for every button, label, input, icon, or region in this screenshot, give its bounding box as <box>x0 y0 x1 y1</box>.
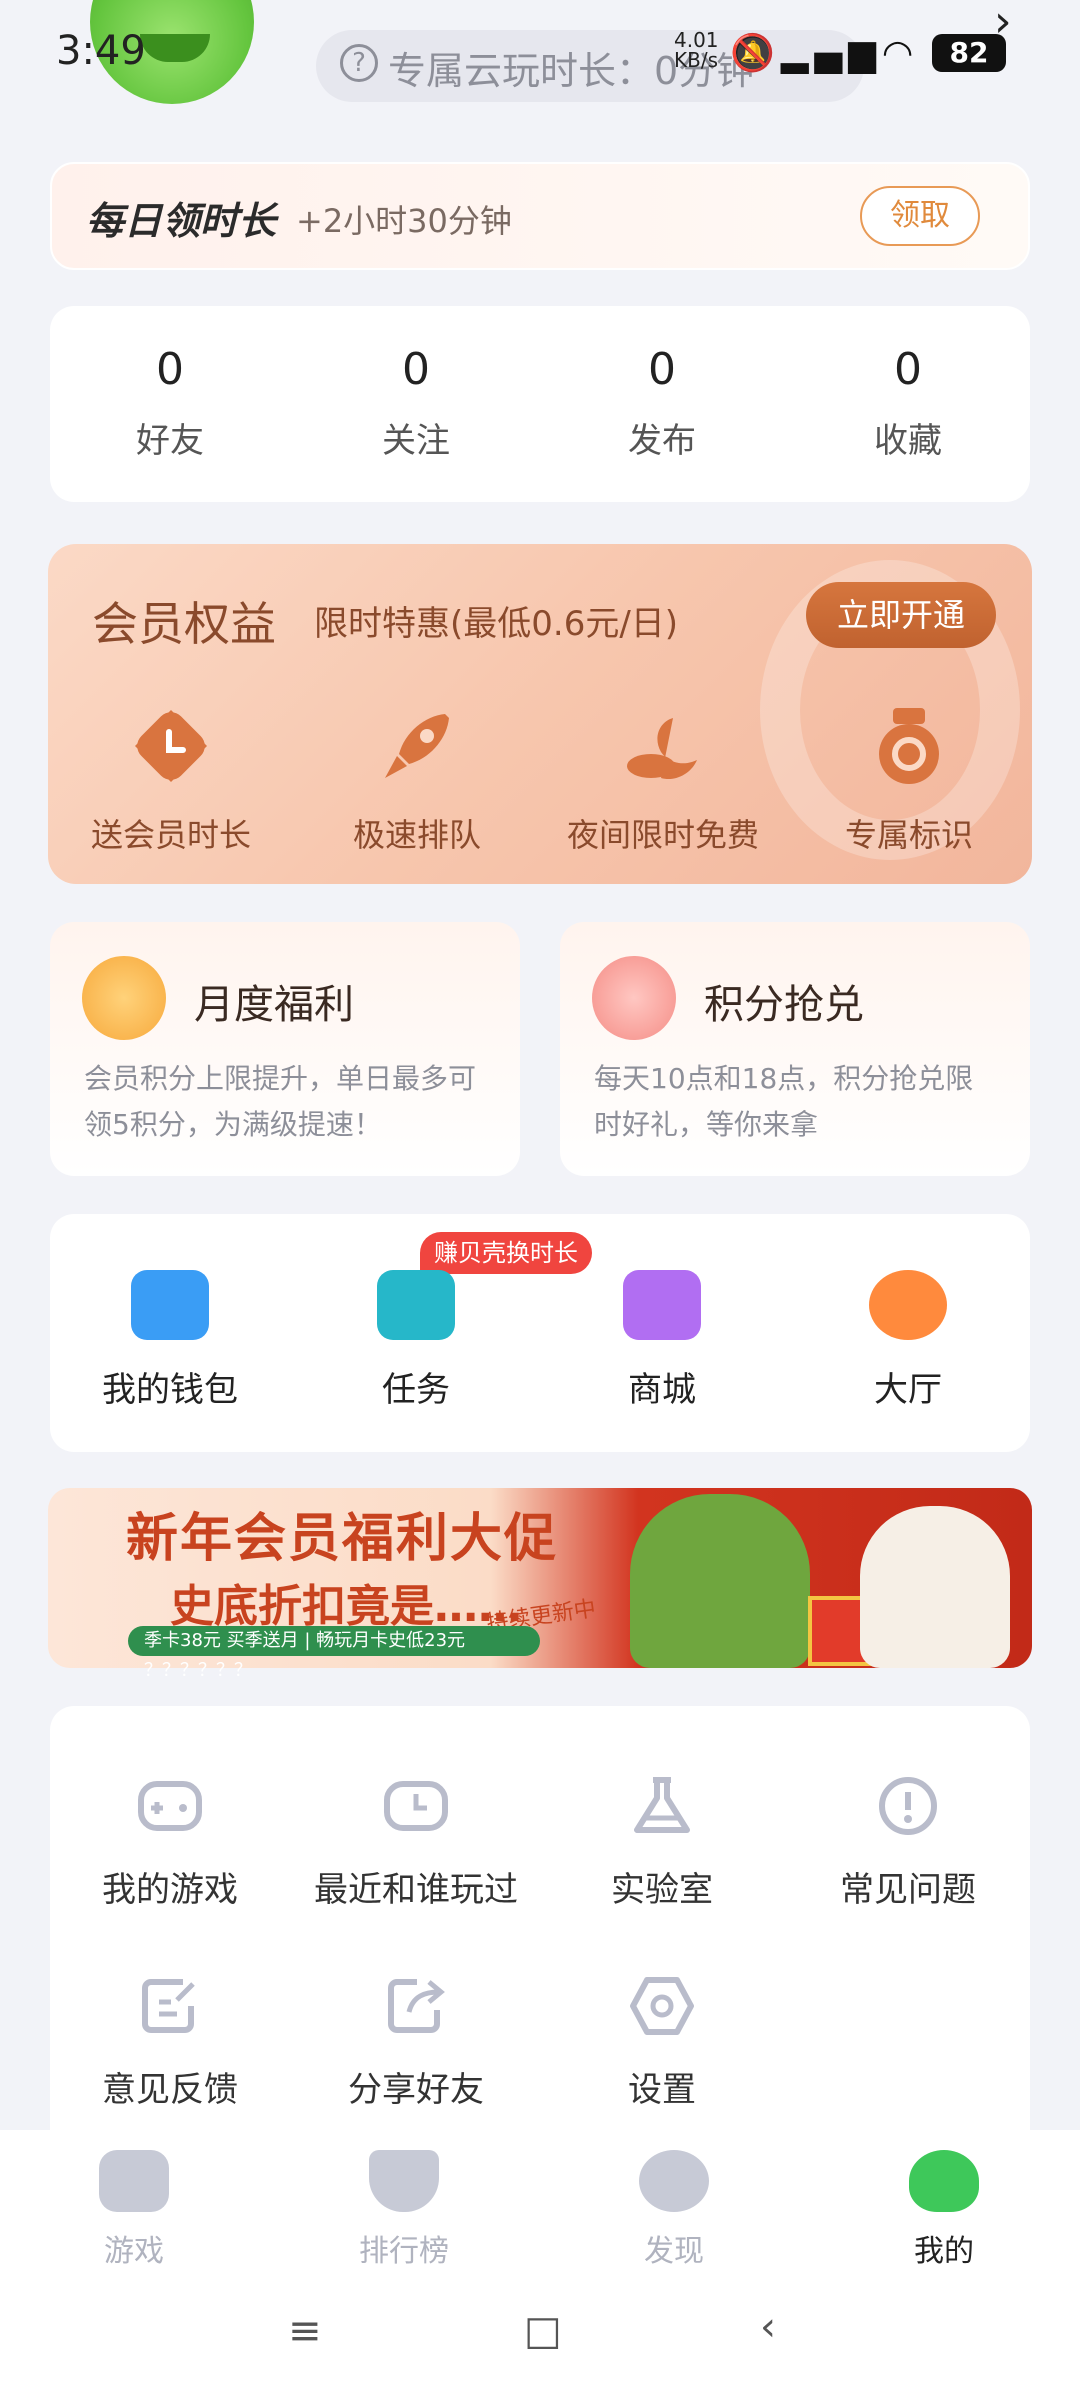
task-icon <box>377 1270 455 1340</box>
open-vip-button[interactable]: 立即开通 <box>806 582 996 648</box>
game-controller-icon <box>99 2150 169 2212</box>
nav-games[interactable]: 游戏 <box>34 2150 234 2270</box>
quick-label: 商城 <box>628 1370 696 1410</box>
task-promo-badge: 赚贝壳换时长 <box>420 1232 592 1274</box>
stat-following[interactable]: 0 关注 <box>336 344 496 462</box>
stat-friends[interactable]: 0 好友 <box>90 344 250 462</box>
stat-value: 0 <box>648 344 676 395</box>
wallet-icon <box>131 1270 209 1340</box>
shop-button[interactable]: 商城 <box>562 1270 762 1411</box>
stat-value: 0 <box>156 344 184 395</box>
flask-icon <box>634 1777 690 1833</box>
share-button[interactable]: 分享好友 <box>306 1976 526 2111</box>
nav-label: 发现 <box>644 2234 704 2269</box>
stat-label: 好友 <box>136 421 204 461</box>
stat-label: 发布 <box>628 421 696 461</box>
lab-button[interactable]: 实验室 <box>552 1776 772 1911</box>
wifi-icon: ◠ <box>881 33 920 74</box>
tool-label: 实验室 <box>611 1870 713 1910</box>
settings-hexagon-icon <box>630 1977 694 2035</box>
tool-label: 最近和谁玩过 <box>314 1870 518 1910</box>
vip-item-night-free[interactable]: 夜间限时免费 <box>548 704 778 856</box>
tool-label: 我的游戏 <box>102 1870 238 1910</box>
my-games-button[interactable]: 我的游戏 <box>60 1776 280 1911</box>
points-exchange-title: 积分抢兑 <box>704 982 864 1028</box>
settings-button[interactable]: 设置 <box>552 1976 772 2111</box>
recent-players-button[interactable]: 最近和谁玩过 <box>306 1776 526 1911</box>
points-exchange-desc: 每天10点和18点，积分抢兑限时好礼，等你来拿 <box>594 1062 974 1141</box>
banner-title: 新年会员福利大促 <box>126 1509 559 1569</box>
tasks-button[interactable]: 任务 <box>316 1270 516 1411</box>
wallet-button[interactable]: 我的钱包 <box>70 1270 270 1411</box>
chat-bubble-icon <box>869 1270 947 1340</box>
moon-cloud-icon <box>627 718 697 780</box>
feedback-button[interactable]: 意见反馈 <box>60 1976 280 2111</box>
monthly-benefit-desc: 会员积分上限提升，单日最多可领5积分，为满级提速！ <box>84 1062 477 1141</box>
stat-value: 0 <box>894 344 922 395</box>
mute-icon: 🔕 <box>730 33 781 74</box>
gamepad-icon <box>138 1781 202 1831</box>
quick-label: 任务 <box>382 1370 450 1410</box>
nav-discover[interactable]: 发现 <box>574 2150 774 2270</box>
status-icons: 🔕▂▄▆◠ <box>730 32 919 74</box>
menu-icon[interactable]: ≡ <box>288 2308 322 2354</box>
nav-label: 排行榜 <box>359 2234 449 2269</box>
vip-item-badge[interactable]: 专属标识 <box>794 704 1024 856</box>
vip-item-fast-queue[interactable]: 极速排队 <box>302 704 532 856</box>
status-time: 3:49 <box>56 28 146 74</box>
faq-button[interactable]: 常见问题 <box>798 1776 1018 1911</box>
banner-mascot-image <box>860 1506 1010 1668</box>
mascot-icon <box>909 2150 979 2212</box>
daily-subtitle: +2小时30分钟 <box>296 202 512 240</box>
stat-posts[interactable]: 0 发布 <box>582 344 742 462</box>
shop-icon <box>623 1270 701 1340</box>
vip-subtitle: 限时特惠(最低0.6元/日) <box>314 604 679 644</box>
clock-icon <box>135 710 207 782</box>
vip-item-label: 专属标识 <box>844 816 973 854</box>
banner-subtitle: 史底折扣竟是…… <box>170 1581 522 1632</box>
stat-favorites[interactable]: 0 收藏 <box>828 344 988 462</box>
vip-item-label: 夜间限时免费 <box>566 816 759 854</box>
stat-label: 关注 <box>382 421 450 461</box>
vip-item-label: 极速排队 <box>352 816 481 854</box>
lobby-button[interactable]: 大厅 <box>808 1270 1008 1411</box>
feedback-edit-icon <box>142 1979 195 2033</box>
calendar-gift-icon <box>82 956 166 1040</box>
banner-character-image <box>630 1494 810 1668</box>
tool-label: 设置 <box>628 2070 696 2110</box>
back-icon[interactable]: ‹ <box>760 2304 776 2350</box>
share-icon <box>388 1979 445 2033</box>
quick-label: 我的钱包 <box>102 1370 238 1410</box>
medal-icon <box>879 708 939 784</box>
vip-item-gift-time[interactable]: 送会员时长 <box>56 704 286 856</box>
daily-title: 每日领时长 <box>86 199 277 243</box>
home-icon[interactable]: □ <box>524 2308 562 2354</box>
quick-label: 大厅 <box>874 1370 942 1410</box>
vip-item-label: 送会员时长 <box>90 816 251 854</box>
nav-label: 我的 <box>914 2234 974 2269</box>
star-gift-icon <box>592 956 676 1040</box>
tool-label: 意见反馈 <box>102 2070 238 2110</box>
question-icon[interactable]: ? <box>340 44 378 82</box>
ranking-shield-icon <box>369 2150 439 2212</box>
nav-ranking[interactable]: 排行榜 <box>304 2150 504 2270</box>
vip-title: 会员权益 <box>92 597 276 651</box>
tool-label: 分享好友 <box>348 2070 484 2110</box>
chevron-right-icon[interactable]: › <box>994 0 1012 47</box>
exclamation-circle-icon <box>879 1777 937 1835</box>
stat-value: 0 <box>402 344 430 395</box>
stat-label: 收藏 <box>874 421 942 461</box>
banner-strip: 季卡38元 买季送月 | 畅玩月卡史低23元 ？？？？？？ <box>128 1626 540 1681</box>
tool-label: 常见问题 <box>840 1870 976 1910</box>
rocket-icon <box>385 714 449 778</box>
history-gamepad-icon <box>384 1781 448 1831</box>
signal-icon: ▂▄▆ <box>780 33 882 74</box>
monthly-benefit-title: 月度福利 <box>194 982 354 1028</box>
nav-mine[interactable]: 我的 <box>844 2150 1044 2270</box>
net-speed: 4.01 KB/s <box>674 28 719 72</box>
discover-eye-icon <box>639 2150 709 2212</box>
claim-button[interactable]: 领取 <box>860 186 980 246</box>
nav-label: 游戏 <box>104 2234 164 2269</box>
